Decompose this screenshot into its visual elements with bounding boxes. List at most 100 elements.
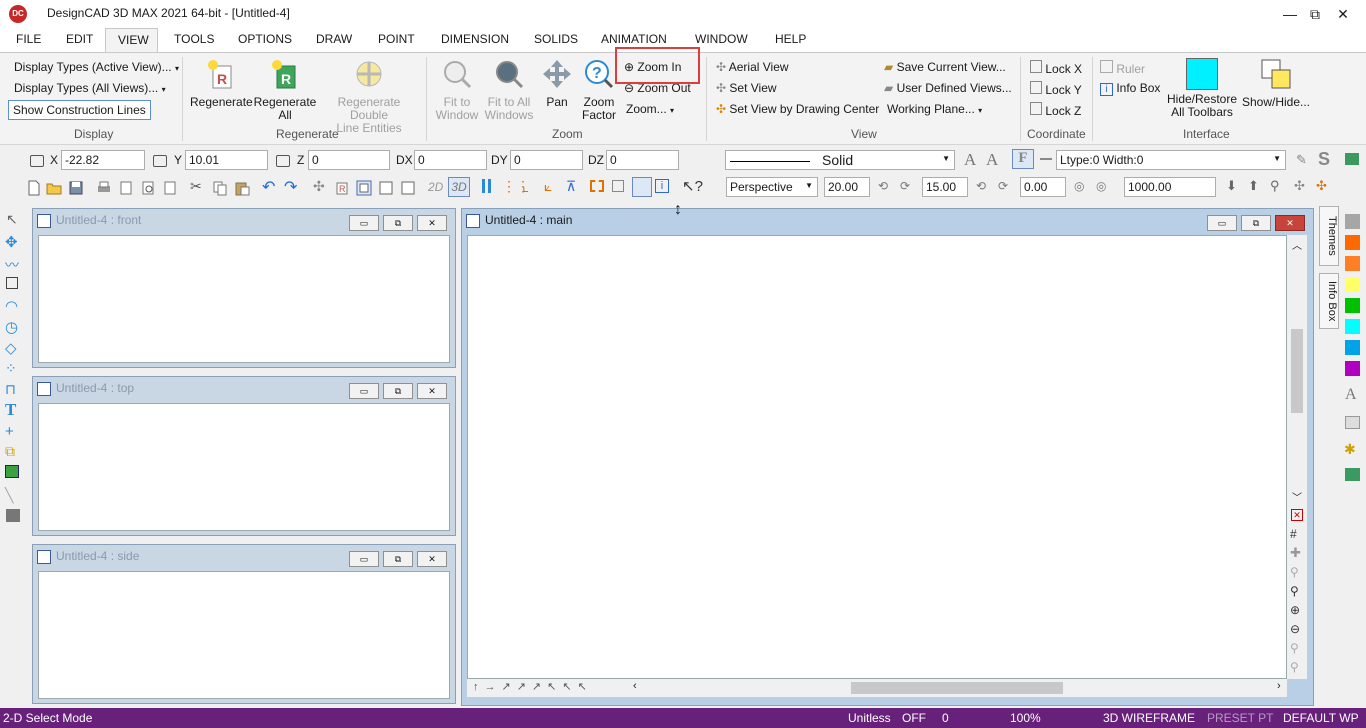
zoom-window-icon[interactable]: ✕: [1291, 509, 1303, 521]
status-preset[interactable]: PRESET PT: [1207, 711, 1273, 725]
status-wp[interactable]: DEFAULT WP: [1283, 711, 1359, 725]
zoom-all-icon[interactable]: ⚲: [1290, 584, 1299, 598]
lock-y-icon[interactable]: [153, 155, 167, 167]
circle-icon[interactable]: ◷: [5, 318, 18, 336]
points-icon[interactable]: ⁘: [5, 360, 17, 377]
properties-icon[interactable]: [162, 180, 178, 196]
menu-window[interactable]: WINDOW: [695, 32, 748, 46]
print-preview-icon[interactable]: [118, 180, 134, 196]
color-swatch[interactable]: [1345, 340, 1360, 355]
menu-animation[interactable]: ANIMATION: [601, 32, 667, 46]
scroll-up-arrow-icon[interactable]: ︿: [1292, 237, 1302, 252]
pencil-icon[interactable]: ✎: [1296, 152, 1307, 168]
polygon-icon[interactable]: ◇: [5, 339, 17, 357]
line-icon[interactable]: ╲: [5, 487, 13, 504]
info-icon[interactable]: i: [655, 179, 669, 193]
pan-button[interactable]: Pan: [538, 58, 576, 109]
zoom-next-icon[interactable]: ⚲: [1290, 660, 1299, 674]
fill-icon[interactable]: [6, 509, 20, 522]
view-arrange-icon[interactable]: [400, 180, 416, 196]
menu-point[interactable]: POINT: [378, 32, 415, 46]
select-pointer-icon[interactable]: ↖: [6, 211, 18, 228]
aerial-view-button[interactable]: ✣ Aerial View: [716, 60, 789, 74]
horizontal-scroll-thumb[interactable]: [851, 682, 1063, 694]
status-render[interactable]: 3D WIREFRAME: [1103, 711, 1195, 725]
y-field[interactable]: 10.01: [185, 150, 268, 170]
print-icon[interactable]: [96, 180, 112, 196]
zoom-factor-button[interactable]: ? Zoom Factor: [578, 58, 620, 122]
scroll-right-arrow-icon[interactable]: ›: [1277, 680, 1281, 692]
zoom-menu-button[interactable]: Zoom... ▾: [626, 102, 674, 116]
user-defined-views-button[interactable]: ▰ User Defined Views...: [884, 81, 1012, 95]
rotate-v-icon[interactable]: ⟳: [900, 179, 910, 193]
menu-options[interactable]: OPTIONS: [238, 32, 292, 46]
viewport-top-minimize[interactable]: ▭: [349, 383, 379, 399]
view-cascade-icon[interactable]: [356, 180, 372, 196]
main-horizontal-scrollbar[interactable]: ↑→↗↗↗↖↖↖ ‹ ›: [467, 679, 1287, 697]
fill-toggle-icon[interactable]: F: [1012, 149, 1034, 169]
color-swatch[interactable]: [1345, 256, 1360, 271]
color-swatch[interactable]: [1345, 319, 1360, 334]
layers-icon[interactable]: [1345, 153, 1359, 165]
regenerate-double-line-button[interactable]: Regenerate Double Line Entities: [318, 58, 420, 135]
mode-2d-button[interactable]: 2D: [428, 180, 443, 194]
color-swatch[interactable]: [1345, 361, 1360, 376]
save-icon[interactable]: [68, 180, 84, 196]
text-icon[interactable]: T: [5, 400, 16, 420]
zoom-in-small-icon[interactable]: ⊕: [1290, 603, 1300, 617]
hide-restore-toolbars-button[interactable]: Hide/Restore All Toolbars: [1166, 58, 1238, 119]
angle2-field[interactable]: 15.00: [922, 177, 968, 197]
viewport-top-maximize[interactable]: ⧉: [383, 383, 413, 399]
display-types-all[interactable]: Display Types (All Views)... ▾: [14, 81, 166, 95]
working-plane-button[interactable]: Working Plane... ▾: [887, 102, 982, 116]
info-box-button[interactable]: i Info Box: [1100, 81, 1160, 96]
dist-out-icon[interactable]: ◎: [1096, 179, 1106, 193]
color-swatch[interactable]: [1345, 235, 1360, 250]
hatch-icon[interactable]: [5, 465, 19, 478]
window-icon[interactable]: [632, 177, 652, 197]
redo-icon[interactable]: ↷: [284, 177, 297, 197]
lock-x-icon[interactable]: [30, 155, 44, 167]
view-tile-icon[interactable]: [378, 180, 394, 196]
scroll-left-arrow-icon[interactable]: ‹: [633, 680, 637, 692]
grid-icon[interactable]: #: [1290, 527, 1297, 541]
scroll-down-arrow-icon[interactable]: ﹀: [1292, 489, 1302, 504]
lock-z-button[interactable]: Lock Z: [1030, 102, 1081, 118]
regenerate-all-button[interactable]: R Regenerate All: [253, 58, 317, 122]
polyline-icon[interactable]: 〰: [5, 255, 19, 275]
viewport-front-canvas[interactable]: [38, 235, 450, 363]
lock-x-button[interactable]: Lock X: [1030, 60, 1082, 76]
show-hide-button[interactable]: Show/Hide...: [1240, 58, 1312, 109]
menu-view[interactable]: VIEW: [105, 28, 158, 53]
menu-draw[interactable]: DRAW: [316, 32, 352, 46]
dist-in-icon[interactable]: ◎: [1074, 179, 1084, 193]
z-field[interactable]: 0: [308, 150, 390, 170]
symbol-icon[interactable]: ⧉: [5, 443, 15, 460]
vertical-scroll-thumb[interactable]: [1291, 329, 1303, 413]
rotate-h-icon[interactable]: ⟲: [878, 179, 888, 193]
snap-icon[interactable]: ✣: [313, 178, 325, 195]
ortho-icon[interactable]: ⌞: [522, 177, 529, 195]
viewport-main-close[interactable]: ✕: [1275, 215, 1305, 231]
viewport-front-maximize[interactable]: ⧉: [383, 215, 413, 231]
dx-field[interactable]: 0: [414, 150, 487, 170]
font-decrease-icon[interactable]: A: [986, 150, 998, 170]
undo-icon[interactable]: ↶: [262, 177, 275, 197]
show-construction-lines-button[interactable]: Show Construction Lines: [8, 100, 151, 120]
layers-small-icon[interactable]: [1345, 468, 1360, 481]
close-button[interactable]: ✕: [1320, 0, 1366, 28]
ruler-button[interactable]: Ruler: [1100, 60, 1145, 76]
menu-edit[interactable]: EDIT: [66, 32, 93, 46]
pause-icon-bar1[interactable]: [482, 179, 485, 193]
angle1-field[interactable]: 20.00: [824, 177, 870, 197]
target-icon[interactable]: ✣: [1316, 178, 1327, 194]
tool-icon[interactable]: [1345, 416, 1360, 429]
arc-icon[interactable]: ◠: [5, 297, 18, 315]
point-icon[interactable]: +: [5, 423, 14, 440]
font-increase-icon[interactable]: A: [964, 150, 976, 170]
move-down-icon[interactable]: ⬇: [1226, 178, 1237, 194]
angle-snap-icon[interactable]: ⟀: [544, 178, 552, 195]
dy-field[interactable]: 0: [510, 150, 583, 170]
direction-arrows-icon[interactable]: ↑→↗↗↗↖↖↖: [473, 680, 593, 693]
lock-y-button[interactable]: Lock Y: [1030, 81, 1082, 97]
